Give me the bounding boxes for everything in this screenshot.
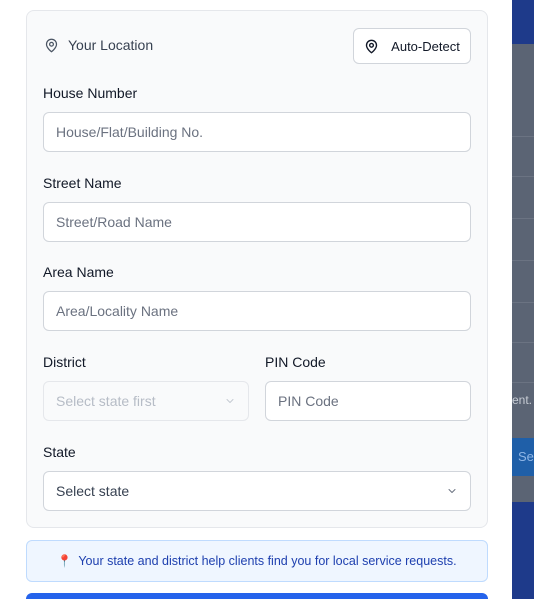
background-button: Se: [512, 438, 534, 476]
location-heading-label: Your Location: [68, 37, 154, 53]
district-select-value: Select state first: [56, 393, 156, 409]
background-divider: [512, 342, 534, 343]
state-label: State: [43, 444, 76, 460]
background-page: ent. Se: [512, 0, 534, 599]
background-divider: [512, 176, 534, 177]
map-pin-icon: [45, 38, 58, 52]
background-text: ent.: [512, 393, 533, 407]
auto-detect-label: Auto-Detect: [391, 38, 460, 54]
district-label: District: [43, 354, 86, 370]
location-card: Your Location Auto-Detect House Number S…: [26, 10, 488, 528]
state-select[interactable]: Select state: [43, 471, 471, 511]
street-name-input[interactable]: [43, 202, 471, 242]
background-header: [512, 0, 534, 44]
background-divider: [512, 382, 534, 383]
house-number-input[interactable]: [43, 112, 471, 152]
pin-code-label: PIN Code: [265, 354, 326, 370]
info-banner-text: Your state and district help clients fin…: [78, 554, 457, 568]
background-divider: [512, 136, 534, 137]
pin-emoji-icon: 📍: [57, 554, 73, 568]
chevron-down-icon: [448, 489, 456, 493]
state-select-value: Select state: [56, 483, 130, 499]
district-select: Select state first: [43, 381, 249, 421]
address-modal: Your Location Auto-Detect House Number S…: [0, 0, 512, 599]
background-divider: [512, 302, 534, 303]
background-panel: [512, 44, 534, 502]
location-heading: Your Location: [44, 37, 153, 53]
background-divider: [512, 260, 534, 261]
house-number-label: House Number: [43, 85, 138, 101]
chevron-down-icon: [226, 399, 234, 403]
area-name-input[interactable]: [43, 291, 471, 331]
background-divider: [512, 218, 534, 219]
submit-button[interactable]: [26, 593, 488, 599]
map-pin-icon: [365, 39, 378, 53]
background-footer: [512, 502, 534, 599]
auto-detect-button[interactable]: Auto-Detect: [353, 28, 471, 64]
street-name-label: Street Name: [43, 175, 122, 191]
pin-code-input[interactable]: [265, 381, 471, 421]
info-banner: 📍 Your state and district help clients f…: [26, 540, 488, 582]
area-name-label: Area Name: [43, 264, 114, 280]
